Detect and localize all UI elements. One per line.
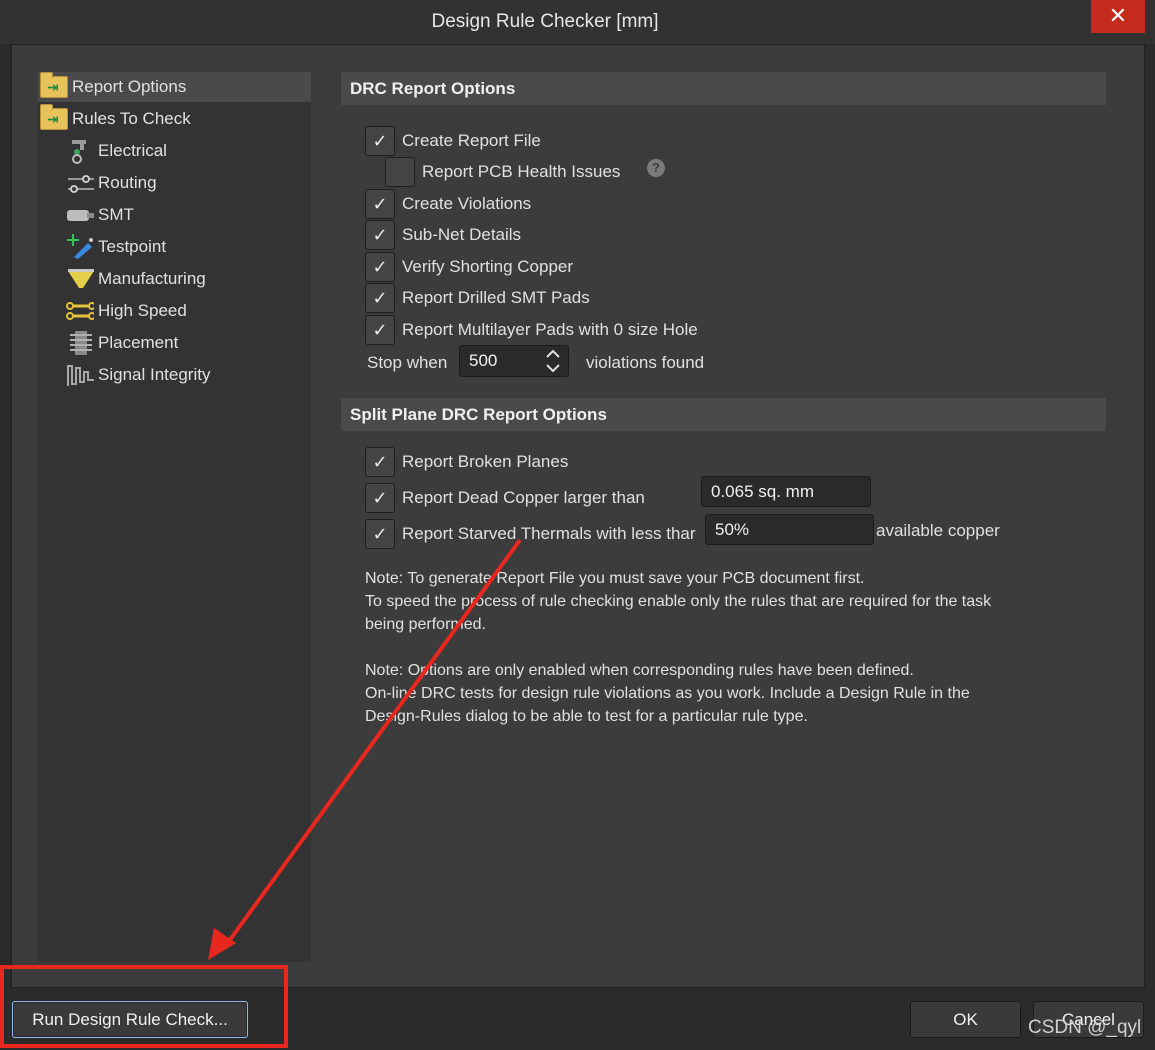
tree-item-testpoint[interactable]: Testpoint bbox=[66, 232, 166, 262]
tree-item-label: Report Options bbox=[72, 77, 187, 96]
option-label: Report Starved Thermals with less thar bbox=[402, 524, 696, 543]
run-design-rule-check-button[interactable]: Run Design Rule Check... bbox=[12, 1001, 248, 1038]
dead-copper-input[interactable]: 0.065 sq. mm bbox=[701, 476, 871, 507]
report-dead-copper-option[interactable]: ✓ Report Dead Copper larger than bbox=[365, 483, 645, 513]
report-starved-thermals-option[interactable]: ✓ Report Starved Thermals with less thar bbox=[365, 519, 696, 549]
tree-item-label: Manufacturing bbox=[98, 269, 206, 288]
spin-arrows-icon[interactable] bbox=[544, 348, 562, 374]
create-violations-option[interactable]: ✓ Create Violations bbox=[365, 189, 531, 219]
report-drilled-smt-pads-option[interactable]: ✓ Report Drilled SMT Pads bbox=[365, 283, 590, 313]
option-label: Report Broken Planes bbox=[402, 452, 569, 471]
smt-icon bbox=[67, 210, 94, 221]
tree-item-electrical[interactable]: Electrical bbox=[66, 136, 167, 166]
tree-item-label: Rules To Check bbox=[72, 109, 191, 128]
report-multilayer-pads-checkbox[interactable]: ✓ bbox=[365, 315, 395, 345]
tree-item-rules-to-check[interactable]: ⇥ Rules To Check bbox=[40, 104, 191, 134]
tree-item-manufacturing[interactable]: Manufacturing bbox=[66, 264, 206, 294]
report-pcb-health-checkbox[interactable] bbox=[385, 157, 415, 187]
drc-report-options-header: DRC Report Options bbox=[341, 72, 1106, 105]
manufacturing-icon bbox=[68, 269, 94, 288]
placement-icon bbox=[70, 331, 92, 355]
folder-icon: ⇥ bbox=[40, 104, 68, 130]
report-multilayer-pads-option[interactable]: ✓ Report Multilayer Pads with 0 size Hol… bbox=[365, 315, 698, 345]
tree-item-high-speed[interactable]: High Speed bbox=[66, 296, 187, 326]
create-report-file-option[interactable]: ✓ Create Report File bbox=[365, 126, 541, 156]
starved-thermals-input[interactable]: 50% bbox=[705, 514, 874, 545]
option-label: Create Violations bbox=[402, 194, 532, 213]
option-label: Report PCB Health Issues bbox=[422, 162, 621, 181]
option-label: Report Drilled SMT Pads bbox=[402, 288, 590, 307]
note-line bbox=[365, 636, 1065, 659]
tree-item-label: Routing bbox=[98, 173, 157, 192]
option-label: Report Multilayer Pads with 0 size Hole bbox=[402, 320, 698, 339]
violations-found-label: violations found bbox=[586, 353, 705, 372]
report-broken-planes-checkbox[interactable]: ✓ bbox=[365, 447, 395, 477]
tree-item-placement[interactable]: Placement bbox=[66, 328, 178, 358]
high-speed-icon bbox=[66, 302, 94, 320]
create-violations-checkbox[interactable]: ✓ bbox=[365, 189, 395, 219]
tree-item-report-options[interactable]: ⇥ Report Options bbox=[38, 72, 311, 102]
report-broken-planes-option[interactable]: ✓ Report Broken Planes bbox=[365, 447, 568, 477]
help-icon[interactable]: ? bbox=[647, 159, 665, 177]
tree-item-label: Electrical bbox=[98, 141, 167, 160]
verify-shorting-copper-checkbox[interactable]: ✓ bbox=[365, 252, 395, 282]
split-plane-header: Split Plane DRC Report Options bbox=[341, 398, 1106, 431]
sub-net-details-option[interactable]: ✓ Sub-Net Details bbox=[365, 220, 521, 250]
stop-when-label: Stop when bbox=[367, 353, 448, 372]
window-title: Design Rule Checker [mm] bbox=[431, 11, 659, 32]
note-line: Note: Options are only enabled when corr… bbox=[365, 662, 914, 679]
report-starved-thermals-checkbox[interactable]: ✓ bbox=[365, 519, 395, 549]
report-drilled-smt-pads-checkbox[interactable]: ✓ bbox=[365, 283, 395, 313]
ok-button[interactable]: OK bbox=[910, 1001, 1021, 1038]
sub-net-details-checkbox[interactable]: ✓ bbox=[365, 220, 395, 250]
stop-when-value: 500 bbox=[469, 351, 498, 370]
close-button[interactable]: ✕ bbox=[1091, 0, 1145, 33]
note-line: being performed. bbox=[365, 616, 486, 633]
routing-icon bbox=[68, 175, 94, 193]
tree-item-label: High Speed bbox=[98, 301, 187, 320]
report-pcb-health-option[interactable]: Report PCB Health Issues bbox=[385, 157, 620, 187]
notes-text: Note: To generate Report File you must s… bbox=[365, 567, 1065, 728]
verify-shorting-copper-option[interactable]: ✓ Verify Shorting Copper bbox=[365, 252, 573, 282]
report-dead-copper-checkbox[interactable]: ✓ bbox=[365, 483, 395, 513]
tree-item-smt[interactable]: SMT bbox=[66, 200, 134, 230]
tree-item-label: Testpoint bbox=[98, 237, 167, 256]
tree-item-label: Signal Integrity bbox=[98, 365, 211, 384]
tree-item-signal-integrity[interactable]: Signal Integrity bbox=[66, 360, 210, 390]
option-label: Sub-Net Details bbox=[402, 225, 522, 244]
tree-item-routing[interactable]: Routing bbox=[66, 168, 157, 198]
signal-integrity-icon bbox=[67, 365, 94, 386]
rules-tree: ⇥ Report Options ⇥ Rules To Check Electr… bbox=[38, 72, 311, 962]
tree-item-label: SMT bbox=[98, 205, 134, 224]
available-copper-label: available copper bbox=[876, 521, 1000, 540]
note-line: Note: To generate Report File you must s… bbox=[365, 570, 865, 587]
option-label: Create Report File bbox=[402, 131, 541, 150]
stop-when-stepper[interactable]: 500 bbox=[459, 345, 569, 377]
note-line: Design-Rules dialog to be able to test f… bbox=[365, 708, 808, 725]
title-bar: Design Rule Checker [mm] ✕ bbox=[0, 0, 1155, 44]
watermark-text: CSDN @_qyl bbox=[1028, 1017, 1142, 1038]
electrical-icon bbox=[72, 140, 86, 164]
note-line: To speed the process of rule checking en… bbox=[365, 593, 992, 610]
tree-item-label: Placement bbox=[98, 333, 179, 352]
note-line: On-line DRC tests for design rule violat… bbox=[365, 685, 970, 702]
option-label: Report Dead Copper larger than bbox=[402, 488, 645, 507]
folder-icon: ⇥ bbox=[40, 72, 68, 98]
option-label: Verify Shorting Copper bbox=[402, 257, 574, 276]
create-report-file-checkbox[interactable]: ✓ bbox=[365, 126, 395, 156]
testpoint-icon bbox=[67, 234, 93, 259]
